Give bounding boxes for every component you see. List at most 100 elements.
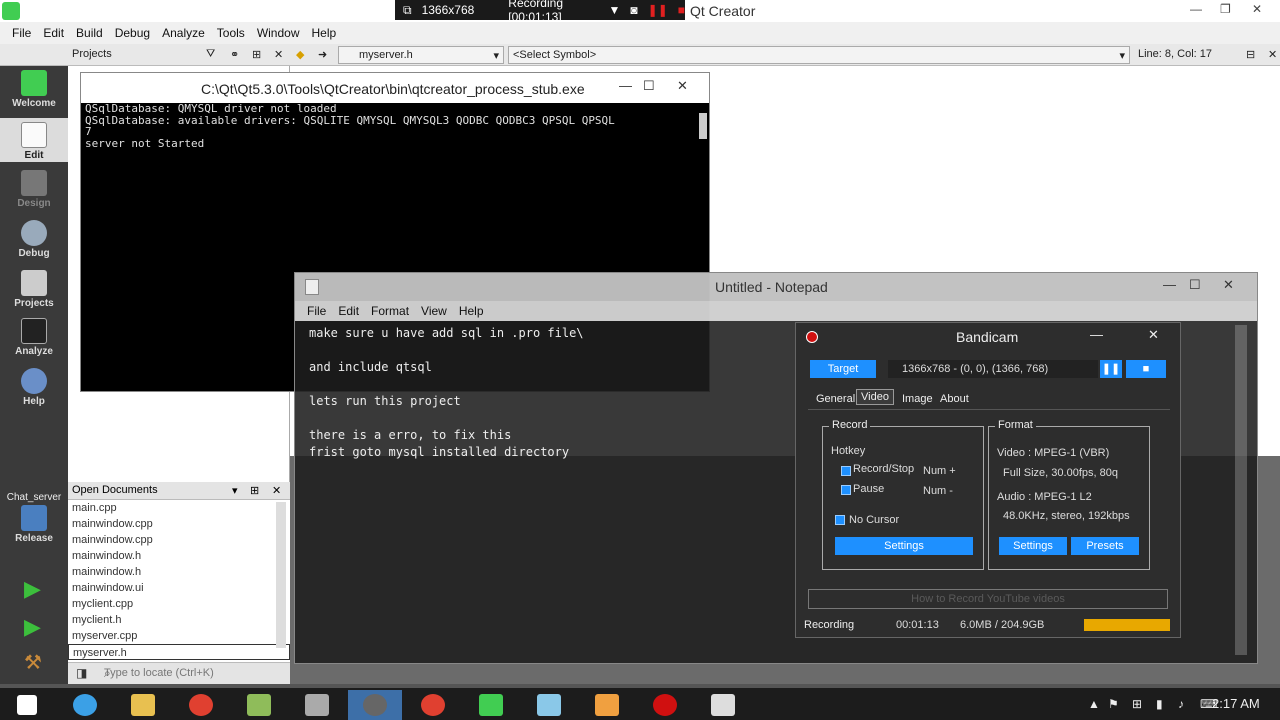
taskbar-chrome-2[interactable] (406, 690, 460, 720)
taskbar-bandicam[interactable] (638, 690, 692, 720)
tab-general[interactable]: General (816, 393, 855, 405)
forward-icon[interactable]: ➜ (318, 48, 327, 61)
minimize-icon[interactable]: — (1163, 277, 1176, 292)
pause-button[interactable]: ❚❚ (1100, 360, 1122, 378)
stop-button[interactable]: ■ (1126, 360, 1166, 378)
tray-battery-icon[interactable]: ▮ (1156, 697, 1163, 711)
scrollbar[interactable] (1235, 325, 1247, 655)
maximize-icon[interactable]: ☐ (1189, 277, 1201, 293)
no-cursor-checkbox[interactable] (835, 515, 845, 525)
file-combo[interactable]: myserver.h ▾ (338, 46, 504, 64)
list-item[interactable]: mainwindow.cpp (68, 516, 290, 532)
build-hammer-icon[interactable]: ⚒ (24, 650, 42, 675)
menu-analyze[interactable]: Analyze (156, 26, 211, 40)
maximize-icon[interactable]: ☐ (643, 78, 655, 94)
mode-debug[interactable]: Debug (0, 220, 68, 264)
bandicam-window[interactable]: Bandicam — ✕ Target 1366x768 - (0, 0), (… (795, 322, 1181, 638)
kit-selector[interactable]: Chat_server Release (0, 492, 68, 552)
taskbar-active-app[interactable] (348, 690, 402, 720)
close-icon[interactable]: ✕ (272, 484, 281, 497)
start-button[interactable] (0, 690, 54, 720)
menu-debug[interactable]: Debug (109, 26, 156, 40)
run-icon[interactable]: ▶ (24, 576, 41, 602)
sidebar-toggle-icon[interactable]: ◨ (76, 666, 87, 680)
tab-image[interactable]: Image (902, 393, 933, 405)
list-item[interactable]: main.cpp (68, 500, 290, 516)
filter-icon[interactable]: ⛛ (206, 48, 215, 61)
menu-view[interactable]: View (415, 304, 453, 318)
taskbar-notepad[interactable] (522, 690, 576, 720)
tray-volume-icon[interactable]: ♪ (1178, 697, 1184, 711)
tray-chevron-icon[interactable]: ▲ (1088, 697, 1100, 711)
scrollbar[interactable] (276, 502, 286, 648)
minimize-icon[interactable]: — (1090, 327, 1103, 342)
record-settings-button[interactable]: Settings (835, 537, 973, 555)
mode-design[interactable]: Design (0, 170, 68, 214)
presets-button[interactable]: Presets (1071, 537, 1139, 555)
mode-welcome[interactable]: Welcome (0, 70, 68, 116)
menu-help[interactable]: Help (453, 304, 490, 318)
mode-projects[interactable]: Projects (0, 270, 68, 314)
pause-checkbox[interactable] (841, 485, 851, 495)
chevron-down-icon[interactable]: ▾ (232, 484, 238, 497)
split-editor-icon[interactable]: ⊟ (1246, 48, 1255, 61)
record-stop-key[interactable]: Num + (923, 465, 956, 477)
menu-file[interactable]: File (6, 26, 37, 40)
menu-help[interactable]: Help (306, 26, 343, 40)
scrollbar-thumb[interactable] (699, 113, 707, 139)
taskbar-app[interactable] (232, 690, 286, 720)
record-stop-checkbox[interactable] (841, 466, 851, 476)
close-pane-icon[interactable]: ✕ (274, 48, 283, 61)
minimize-icon[interactable]: — (1190, 2, 1202, 16)
notepad-text-area[interactable]: make sure u have add sql in .pro file\ a… (309, 325, 584, 461)
taskbar-window[interactable] (290, 690, 344, 720)
menu-edit[interactable]: Edit (332, 304, 365, 318)
close-editor-icon[interactable]: ✕ (1268, 48, 1277, 61)
minimize-icon[interactable]: — (619, 78, 632, 93)
list-item[interactable]: mainwindow.cpp (68, 532, 290, 548)
tab-about[interactable]: About (940, 393, 969, 405)
split-icon[interactable]: ⊞ (252, 48, 261, 61)
debug-run-icon[interactable]: ▶ (24, 614, 41, 640)
link-icon[interactable]: ⚭ (230, 48, 239, 61)
pause-icon[interactable]: ❚❚ (648, 3, 668, 17)
close-icon[interactable]: ✕ (677, 78, 688, 94)
back-icon[interactable]: ◆ (296, 48, 304, 61)
taskbar-console[interactable] (696, 690, 750, 720)
locator-input[interactable]: Type to locate (Ctrl+K) (68, 662, 290, 684)
list-item[interactable]: myclient.h (68, 612, 290, 628)
stop-icon[interactable]: ■ (678, 3, 685, 17)
taskbar-ie[interactable] (58, 690, 112, 720)
close-icon[interactable]: ✕ (1223, 277, 1234, 293)
target-button[interactable]: Target (810, 360, 876, 378)
mode-help[interactable]: Help (0, 368, 68, 412)
pause-key[interactable]: Num - (923, 485, 953, 497)
list-item[interactable]: myserver.cpp (68, 628, 290, 644)
clock[interactable]: 2:17 AM (1212, 696, 1260, 711)
list-item-selected[interactable]: myserver.h (68, 644, 290, 660)
youtube-guide-link[interactable]: How to Record YouTube videos (808, 589, 1168, 609)
close-icon[interactable]: ✕ (1252, 2, 1262, 16)
menu-build[interactable]: Build (70, 26, 109, 40)
taskbar-chrome[interactable] (174, 690, 228, 720)
maximize-icon[interactable]: ❐ (1220, 2, 1231, 16)
mode-edit[interactable]: Edit (0, 118, 68, 162)
tray-flag-icon[interactable]: ⚑ (1108, 697, 1119, 711)
camera-icon[interactable]: ◙ (630, 3, 637, 17)
dropdown-icon[interactable]: ▼ (609, 3, 621, 17)
taskbar-media[interactable] (580, 690, 634, 720)
split-icon[interactable]: ⊞ (250, 484, 259, 497)
taskbar-qtcreator[interactable] (464, 690, 518, 720)
list-item[interactable]: mainwindow.ui (68, 580, 290, 596)
taskbar-explorer[interactable] (116, 690, 170, 720)
symbol-combo[interactable]: <Select Symbol> ▾ (508, 46, 1130, 64)
list-item[interactable]: myclient.cpp (68, 596, 290, 612)
menu-tools[interactable]: Tools (211, 26, 251, 40)
menu-window[interactable]: Window (251, 26, 306, 40)
tray-network-icon[interactable]: ⊞ (1132, 697, 1142, 711)
list-item[interactable]: mainwindow.h (68, 564, 290, 580)
tab-video[interactable]: Video (856, 389, 894, 405)
close-icon[interactable]: ✕ (1148, 327, 1159, 343)
list-item[interactable]: mainwindow.h (68, 548, 290, 564)
mode-analyze[interactable]: Analyze (0, 318, 68, 362)
